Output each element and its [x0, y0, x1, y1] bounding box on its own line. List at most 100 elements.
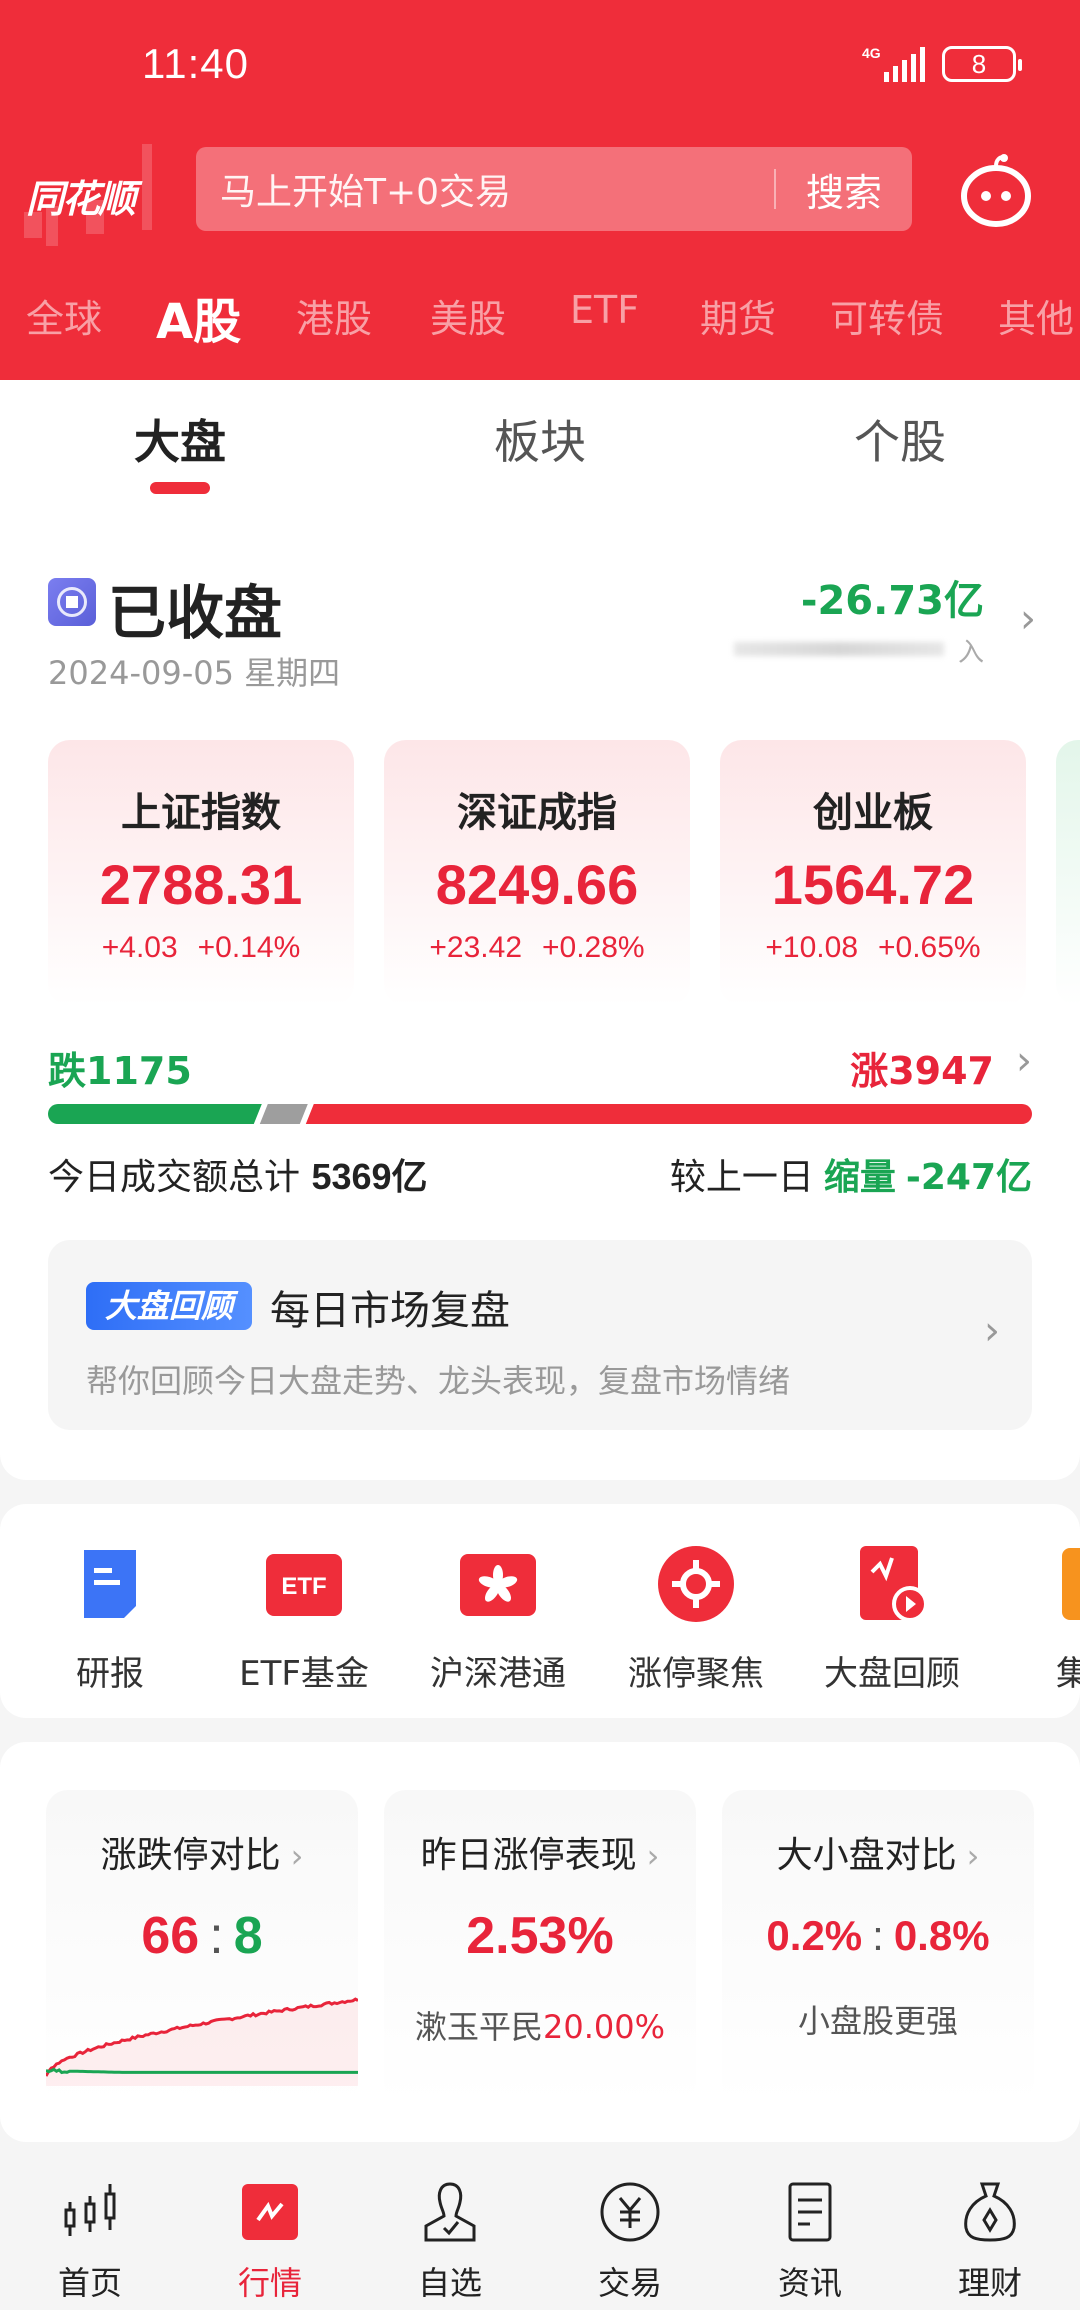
market-closed-icon	[48, 578, 96, 626]
tab-futures[interactable]: 期货	[700, 288, 776, 343]
shortcut-collection[interactable]: 集合	[1000, 1544, 1080, 1695]
stat-title: 大小盘对比 ›	[776, 1835, 980, 1876]
shortcut-hk-connect[interactable]: 沪深港通	[408, 1544, 588, 1695]
advance-segment	[305, 1104, 1032, 1124]
nav-trade[interactable]: 交易	[560, 2180, 700, 2304]
index-change: +23.42 +0.28%	[429, 931, 645, 964]
battery-level: 8	[971, 48, 987, 79]
top-header: 11:40 4G 8 同花顺 马上开始T+0交易 搜索 全球 A股 港股 美股	[0, 0, 1080, 380]
stat-title: 涨跌停对比 ›	[100, 1835, 304, 1876]
limit-up-focus-icon	[658, 1546, 734, 1622]
limit-up-down-chart	[46, 1997, 358, 2086]
logo-text: 同花顺	[26, 177, 136, 221]
sub-tabs: 大盘 板块 个股	[0, 380, 1080, 500]
turnover-compare: 较上一日 缩量 -247亿	[669, 1157, 1032, 1198]
chevron-right-icon: ›	[984, 1308, 1000, 1354]
shortcut-grid: 研报 ETF ETF基金 沪深港通 涨停聚焦 大盘回顾 集	[0, 1504, 1080, 1718]
nav-watchlist[interactable]: 自选	[380, 2180, 520, 2304]
volume-trend: 缩量	[823, 1157, 896, 1198]
index-name: 创业板	[813, 790, 933, 836]
chevron-right-icon[interactable]: ›	[1020, 596, 1036, 642]
subtab-sectors[interactable]: 板块	[440, 406, 640, 472]
index-card-shenzhen[interactable]: 深证成指 8249.66 +23.42 +0.28%	[384, 740, 690, 1006]
nav-home[interactable]: 首页	[20, 2180, 160, 2304]
market-chart-icon	[242, 2184, 298, 2240]
candlestick-icon	[64, 2184, 116, 2236]
market-overview-panel: 大盘 板块 个股 已收盘 2024-09-05 星期四 -26.73亿 入 › …	[0, 380, 1080, 1480]
subtab-stocks[interactable]: 个股	[800, 406, 1000, 472]
index-change: +10.08 +0.65%	[765, 931, 981, 964]
search-button[interactable]: 搜索	[776, 162, 912, 217]
index-value: 1564.72	[771, 853, 975, 916]
subtab-market[interactable]: 大盘	[80, 406, 280, 472]
cap-note: 小盘股更强	[797, 2002, 958, 2040]
stats-section: 涨跌停对比 › 66:8 昨日涨停表现 › 2.53% 漱玉平民20.00% 大小盘…	[0, 1742, 1080, 2142]
network-type-label: 4G	[862, 45, 881, 61]
daily-review-card[interactable]: 大盘回顾 每日市场复盘 帮你回顾今日大盘走势、龙头表现，复盘市场情绪 ›	[48, 1240, 1032, 1430]
review-badge: 大盘回顾	[86, 1282, 252, 1330]
chevron-right-icon: ›	[646, 1837, 660, 1875]
review-title: 每日市场复盘	[270, 1288, 510, 1334]
robot-assistant-icon[interactable]	[956, 150, 1036, 230]
advancers-count: 涨3947	[850, 1049, 994, 1093]
tab-a-shares[interactable]: A股	[156, 288, 241, 352]
index-name: 深证成指	[457, 790, 617, 836]
subtab-active-indicator	[150, 482, 210, 494]
logo-candle-decoration	[142, 144, 152, 230]
search-bar[interactable]: 马上开始T+0交易 搜索	[196, 147, 912, 231]
bottom-navigation: 首页 行情 自选 交易 资讯 理财	[0, 2150, 1080, 2310]
capital-flow-label: 入	[734, 632, 984, 668]
app-logo[interactable]: 同花顺	[10, 140, 170, 250]
chevron-right-icon[interactable]: ›	[1016, 1038, 1032, 1084]
shortcut-research[interactable]: 研报	[20, 1544, 200, 1695]
index-card-partial[interactable]	[1056, 740, 1080, 1006]
market-date: 2024-09-05 星期四	[48, 654, 341, 692]
tab-hk-stocks[interactable]: 港股	[296, 288, 372, 343]
market-status-title: 已收盘	[108, 579, 283, 647]
top-stock: 漱玉平民20.00%	[414, 2008, 666, 2046]
yesterday-limit-up-value: 2.53%	[466, 1907, 614, 1965]
shortcut-market-review[interactable]: 大盘回顾	[802, 1544, 982, 1695]
nav-market[interactable]: 行情	[200, 2180, 340, 2304]
turnover-value: 5369亿	[311, 1156, 428, 1197]
advance-decline-bar	[48, 1104, 1032, 1124]
volume-change: -247亿	[905, 1157, 1032, 1198]
tab-etf[interactable]: ETF	[570, 288, 639, 332]
limit-up-down-card[interactable]: 涨跌停对比 › 66:8	[46, 1790, 358, 2106]
index-card-chinext[interactable]: 创业板 1564.72 +10.08 +0.65%	[720, 740, 1026, 1006]
yuan-coin-icon	[600, 2182, 660, 2242]
decline-segment	[48, 1104, 262, 1124]
signal-4g-icon: 4G	[862, 45, 925, 82]
chevron-right-icon: ›	[966, 1837, 980, 1875]
search-input[interactable]: 马上开始T+0交易	[196, 163, 774, 215]
limit-ratio: 66:8	[141, 1907, 263, 1965]
market-tabs: 全球 A股 港股 美股 ETF 期货 可转债 其他	[0, 288, 1080, 358]
decliners-count: 跌1175	[48, 1049, 192, 1093]
tab-convertible-bonds[interactable]: 可转债	[830, 288, 944, 343]
tab-global[interactable]: 全球	[26, 288, 102, 343]
index-card-shanghai[interactable]: 上证指数 2788.31 +4.03 +0.14%	[48, 740, 354, 1006]
cap-ratio: 0.2%:0.8%	[766, 1912, 990, 1959]
yesterday-limit-up-card[interactable]: 昨日涨停表现 › 2.53% 漱玉平民20.00%	[384, 1790, 696, 2106]
shortcut-limit-up-focus[interactable]: 涨停聚焦	[606, 1544, 786, 1695]
index-cards: 上证指数 2788.31 +4.03 +0.14% 深证成指 8249.66 +2…	[0, 740, 1080, 1010]
turnover-total: 今日成交额总计 5369亿	[48, 1156, 428, 1198]
svg-text:ETF: ETF	[281, 1573, 326, 1600]
watchlist-person-icon	[424, 2182, 476, 2242]
tab-other[interactable]: 其他	[998, 288, 1074, 343]
nav-news[interactable]: 资讯	[740, 2180, 880, 2304]
clock: 11:40	[142, 40, 249, 87]
tab-us-stocks[interactable]: 美股	[430, 288, 506, 343]
index-value: 8249.66	[435, 853, 639, 916]
index-change: +4.03 +0.14%	[101, 931, 301, 964]
stat-title: 昨日涨停表现 ›	[420, 1835, 660, 1876]
shortcut-etf-fund[interactable]: ETF ETF基金	[214, 1544, 394, 1695]
battery-icon: 8	[942, 46, 1022, 82]
capital-flow-value[interactable]: -26.73亿	[801, 568, 984, 626]
money-bag-icon	[964, 2182, 1016, 2242]
advance-decline-row[interactable]: 跌1175 涨3947 ›	[48, 1038, 1032, 1093]
blurred-text	[734, 642, 944, 656]
news-doc-icon	[788, 2182, 832, 2242]
large-small-cap-card[interactable]: 大小盘对比 › 0.2%:0.8% 小盘股更强	[722, 1790, 1034, 2106]
nav-wealth[interactable]: 理财	[920, 2180, 1060, 2304]
